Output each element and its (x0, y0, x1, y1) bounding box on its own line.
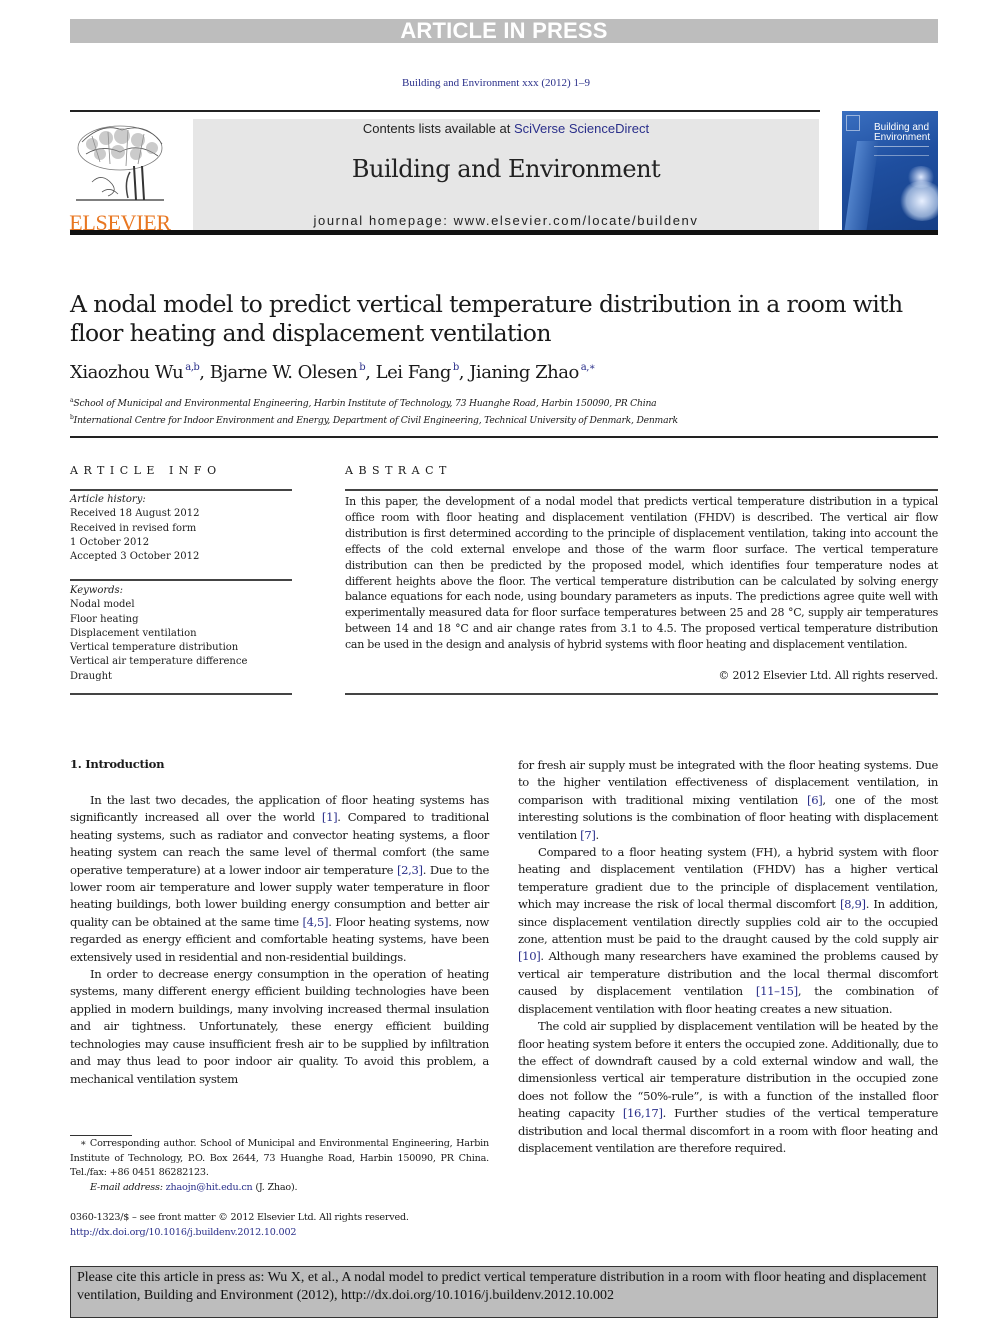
contents-line: Contents lists available at SciVerse Sci… (193, 121, 819, 136)
doi-link[interactable]: http://dx.doi.org/10.1016/j.buildenv.201… (70, 1226, 489, 1241)
cover-subtitle-lines (874, 146, 929, 156)
abstract-text: In this paper, the development of a noda… (345, 495, 938, 652)
author-affiliation-mark[interactable]: a,∗ (581, 362, 596, 373)
keyword: Draught (70, 670, 113, 682)
author-name: Lei Fang (375, 362, 452, 383)
article-in-press-banner: ARTICLE IN PRESS (70, 19, 938, 43)
author[interactable]: Lei Fang b (375, 362, 460, 383)
article-title: A nodal model to predict vertical temper… (70, 290, 903, 347)
author-list: Xiaozhou Wu a,b, Bjarne W. Olesen b, Lei F… (70, 362, 940, 383)
article-info-bottom-rule (70, 693, 292, 695)
keywords-label: Keywords: (70, 585, 124, 596)
homepage-url-link[interactable]: www.elsevier.com/locate/buildenv (454, 213, 699, 228)
article-info-rule (70, 489, 292, 491)
cover-title-line: Environment (874, 132, 931, 143)
title-block-rule (70, 436, 938, 438)
author-affiliation-mark[interactable]: a,b (185, 362, 200, 373)
citation-link[interactable]: [8,9] (840, 897, 866, 911)
homepage-prefix: journal homepage: (313, 213, 454, 228)
abstract-rule (345, 489, 938, 491)
affiliations: aSchool of Municipal and Environmental E… (70, 394, 940, 428)
history-entry: Received in revised form (70, 522, 197, 534)
citation-link[interactable]: [1] (322, 810, 338, 824)
footnote-rule (70, 1135, 132, 1136)
body-paragraph: In order to decrease energy consumption … (70, 966, 489, 1088)
body-paragraph: In the last two decades, the application… (70, 792, 489, 966)
body-paragraph: for fresh air supply must be integrated … (518, 757, 938, 844)
history-entry: Received 18 August 2012 (70, 508, 200, 520)
journal-cover-image[interactable]: Building and Environment (842, 111, 938, 231)
citation-link[interactable]: [10] (518, 949, 541, 963)
body-text: . (595, 827, 600, 842)
keyword: Vertical air temperature difference (70, 656, 248, 668)
elsevier-logo[interactable]: ELSEVIER (68, 118, 172, 235)
email-suffix: (J. Zhao). (252, 1181, 298, 1193)
author-separator: , (199, 362, 210, 383)
history-entry: Accepted 3 October 2012 (70, 551, 200, 563)
author-separator: , (458, 362, 470, 383)
body-paragraph: Compared to a floor heating system (FH),… (518, 844, 938, 1018)
front-matter: 0360-1323/$ – see front matter © 2012 El… (70, 1211, 489, 1240)
author[interactable]: Xiaozhou Wu a,b (70, 362, 200, 383)
body-text: In order to decrease energy consumption … (70, 967, 489, 1086)
cover-publisher-icon (846, 115, 860, 131)
cover-title: Building and Environment (874, 123, 930, 143)
body-paragraph: The cold air supplied by displacement ve… (518, 1018, 938, 1157)
keywords: Keywords: Nodal model Floor heating Disp… (70, 584, 292, 684)
article-info-heading: ARTICLE INFO (70, 464, 222, 477)
author-separator: , (365, 362, 376, 383)
body-text: The cold air supplied by displacement ve… (518, 1019, 938, 1121)
sciencedirect-link[interactable]: SciVerse ScienceDirect (514, 121, 649, 136)
front-matter-text: 0360-1323/$ – see front matter © 2012 El… (70, 1212, 409, 1223)
body-column-right: for fresh air supply must be integrated … (518, 757, 938, 1157)
email-label: E-mail address: (90, 1181, 163, 1193)
citation-link[interactable]: [7] (580, 828, 596, 842)
keyword: Nodal model (70, 599, 135, 611)
cover-cloud-graphic (898, 181, 938, 221)
elsevier-tree-icon (76, 125, 164, 201)
citation-link[interactable]: [2,3] (397, 863, 423, 877)
header-bottom-rule (70, 230, 938, 235)
keyword: Floor heating (70, 613, 139, 625)
author-name: Bjarne W. Olesen (209, 362, 358, 383)
corresponding-author-text: ∗ Corresponding author. School of Munici… (70, 1138, 489, 1178)
affiliation: aSchool of Municipal and Environmental E… (70, 394, 940, 411)
keyword: Vertical temperature distribution (70, 642, 239, 654)
affiliation-text: School of Municipal and Environmental En… (73, 398, 657, 409)
journal-title: Building and Environment (351, 155, 661, 183)
abstract-bottom-rule (345, 693, 938, 695)
section-heading-introduction: 1. Introduction (70, 757, 165, 771)
article-history: Article history: Received 18 August 2012… (70, 493, 292, 564)
keyword: Displacement ventilation (70, 627, 197, 639)
body-column-left: In the last two decades, the application… (70, 792, 489, 1088)
citation-link[interactable]: [11–15] (756, 984, 798, 998)
contents-prefix: Contents lists available at (362, 121, 514, 136)
author-name: Jianing Zhao (469, 362, 579, 383)
author[interactable]: Jianing Zhao a,∗ (469, 362, 596, 383)
journal-reference-link[interactable]: Building and Environment xxx (2012) 1–9 (0, 77, 992, 89)
journal-masthead: Contents lists available at SciVerse Sci… (193, 119, 819, 230)
citation-link[interactable]: [6] (807, 793, 823, 807)
affiliation-text: International Centre for Indoor Environm… (73, 415, 678, 426)
abstract-heading: ABSTRACT (345, 464, 452, 477)
corresponding-author-footnote: ∗ Corresponding author. School of Munici… (70, 1137, 489, 1195)
author[interactable]: Bjarne W. Olesen b (209, 362, 366, 383)
header-top-rule (70, 110, 820, 112)
email-link[interactable]: zhaojn@hit.edu.cn (166, 1182, 253, 1193)
keywords-rule (70, 579, 292, 581)
article-history-label: Article history: (70, 494, 146, 505)
citation-box: Please cite this article in press as: Wu… (70, 1266, 938, 1318)
citation-link[interactable]: [16,17] (623, 1106, 663, 1120)
author-name: Xiaozhou Wu (70, 362, 184, 383)
affiliation: bInternational Centre for Indoor Environ… (70, 411, 940, 428)
citation-link[interactable]: [4,5] (302, 915, 328, 929)
history-entry: 1 October 2012 (70, 536, 150, 548)
journal-homepage: journal homepage: www.elsevier.com/locat… (193, 213, 819, 228)
email-line: E-mail address: zhaojn@hit.edu.cn (J. Zh… (70, 1181, 489, 1196)
abstract-copyright: © 2012 Elsevier Ltd. All rights reserved… (718, 669, 938, 682)
